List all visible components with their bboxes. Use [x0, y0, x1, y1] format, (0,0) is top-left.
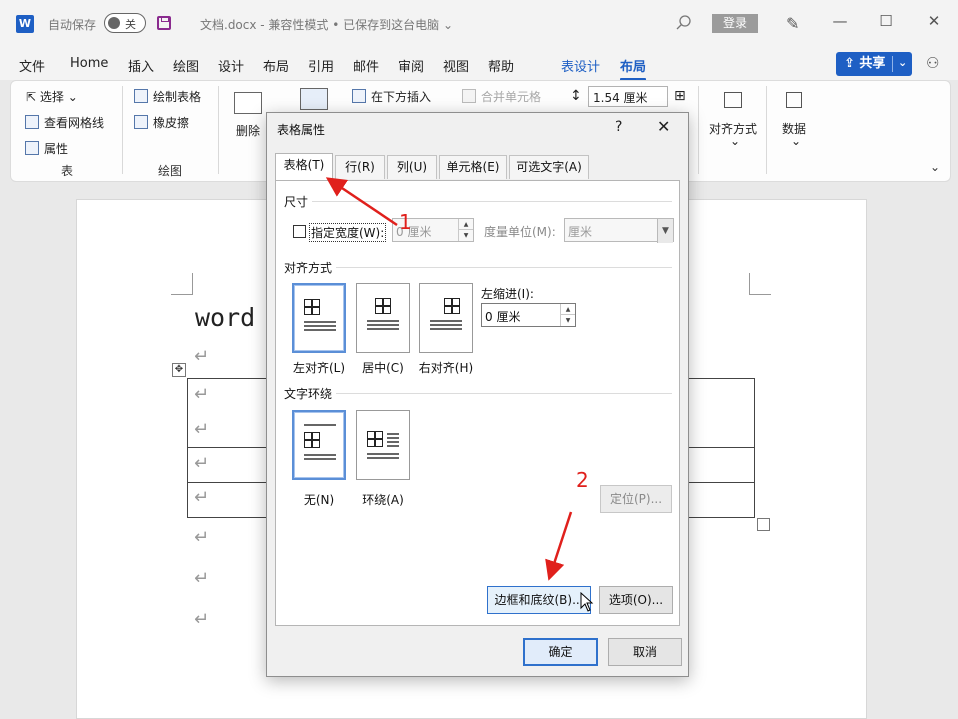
annotation-arrows	[325, 177, 573, 581]
arrow-to-borders-button	[545, 511, 573, 581]
arrow-to-table-tab	[325, 177, 398, 227]
